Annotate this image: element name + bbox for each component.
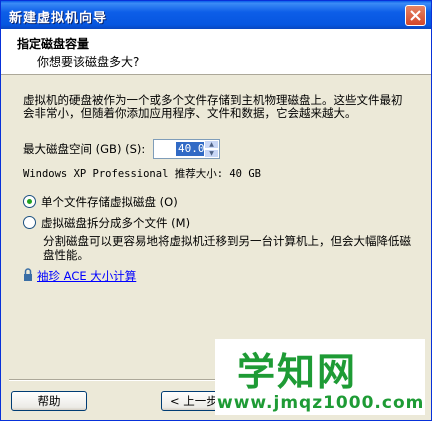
spinner-arrows[interactable]: ▲ ▼ — [204, 140, 219, 158]
spin-down-icon[interactable]: ▼ — [204, 149, 219, 158]
window-title: 新建虚拟机向导 — [9, 11, 108, 26]
single-file-label[interactable]: 单个文件存储虚拟磁盘 (O) — [41, 195, 178, 209]
page-subtitle: 你想要该磁盘多大? — [37, 55, 140, 69]
disk-size-label: 最大磁盘空间 (GB) (S): — [23, 142, 146, 156]
single-file-option[interactable]: 单个文件存储虚拟磁盘 (O) — [23, 194, 178, 210]
title-bar[interactable]: 新建虚拟机向导 — [1, 1, 431, 29]
split-files-option[interactable]: 虚拟磁盘拆分成多个文件 (M) — [23, 215, 190, 231]
recommended-size-text: Windows XP Professional 推荐大小: 40 GB — [23, 168, 261, 180]
split-files-label[interactable]: 虚拟磁盘拆分成多个文件 (M) — [41, 216, 190, 230]
disk-size-spinner[interactable]: 40.0 ▲ ▼ — [153, 139, 220, 159]
ace-size-calculator-link[interactable]: 袖珍 ACE 大小计算 — [23, 268, 136, 284]
watermark-logo: 学知网 www.jmqz1000.com — [215, 339, 425, 415]
split-note-text: 分割磁盘可以更容易地将虚拟机迁移到另一台计算机上，但会大幅降低磁盘性能。 — [43, 234, 411, 262]
help-button[interactable]: 帮助 — [11, 391, 87, 411]
disk-size-value[interactable]: 40.0 — [176, 142, 207, 156]
description-text: 虚拟机的硬盘被作为一个或多个文件存储到主机物理磁盘上。这些文件最初会非常小，但随… — [23, 93, 403, 120]
spin-up-icon[interactable]: ▲ — [204, 140, 219, 149]
watermark-url: www.jmqz1000.com — [217, 393, 425, 413]
wizard-window: 新建虚拟机向导 指定磁盘容量 你想要该磁盘多大? 虚拟机的硬盘被作为一个或多个文… — [0, 0, 432, 421]
lock-icon — [24, 268, 32, 281]
watermark-text: 学知网 — [237, 350, 358, 394]
close-icon — [410, 10, 421, 21]
radio-unchecked-icon[interactable] — [23, 216, 36, 229]
wizard-header: 指定磁盘容量 你想要该磁盘多大? — [1, 29, 431, 75]
link-label[interactable]: 袖珍 ACE 大小计算 — [37, 269, 136, 283]
radio-checked-icon[interactable] — [23, 195, 36, 208]
page-title: 指定磁盘容量 — [17, 37, 90, 51]
close-button[interactable] — [405, 5, 426, 26]
